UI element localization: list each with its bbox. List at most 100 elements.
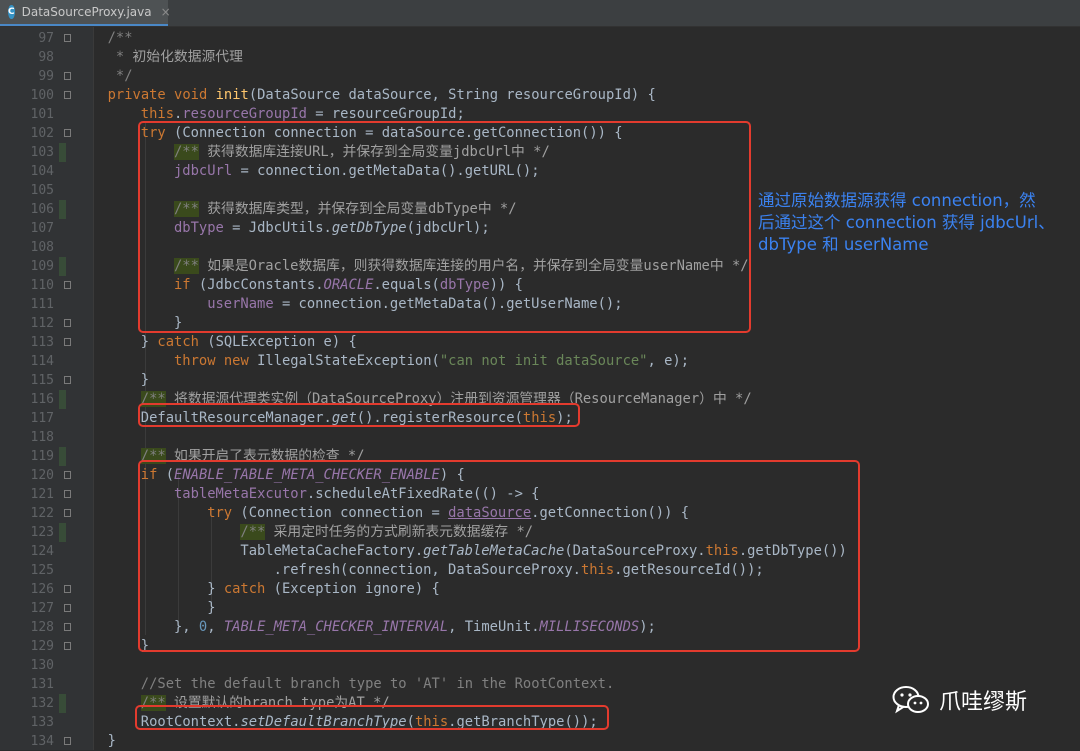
code-token: throw new [174,353,258,369]
line-number: 119 [30,449,54,464]
line-number: 115 [30,373,54,388]
line-number: 117 [30,411,54,426]
code-token: (DataSource dataSource, String resourceG… [248,87,656,103]
annotation-line: dbType 和 userName [758,235,929,254]
line-number: 98 [38,50,54,65]
annotation-line: 后通过这个 connection 获得 jdbcUrl、 [758,213,1055,232]
change-marker [59,694,66,713]
fold-marker-icon[interactable] [64,509,71,517]
fold-marker-icon[interactable] [64,91,71,99]
code-line[interactable]: 99 */ [0,67,1080,86]
code-token: this [140,106,175,122]
line-number: 120 [30,468,54,483]
line-number: 106 [30,202,54,217]
code-line[interactable]: 114 throw new IllegalStateException("can … [0,352,1080,371]
code-token: resourceGroupId [182,106,307,122]
line-number: 127 [30,601,54,616]
code-line[interactable]: 118 [0,428,1080,447]
line-number: 118 [30,430,54,445]
fold-marker-icon[interactable] [64,129,71,137]
code-line[interactable]: 97 /** [0,29,1080,48]
line-number: 102 [30,126,54,141]
line-number: 114 [30,354,54,369]
code-token: } [140,334,158,350]
code-line[interactable]: 100 private void init(DataSource dataSour… [0,86,1080,105]
line-number: 108 [30,240,54,255]
fold-marker-icon[interactable] [64,376,71,384]
code-token: init [215,87,249,103]
code-token: , e); [647,353,690,369]
highlight-box-get-connection [138,121,751,333]
code-text: throw new IllegalStateException("can not… [174,352,689,371]
line-number: 124 [30,544,54,559]
fold-marker-icon[interactable] [64,319,71,327]
fold-marker-icon[interactable] [64,585,71,593]
change-marker [59,257,66,276]
line-number: 116 [30,392,54,407]
annotation-line: 通过原始数据源获得 connection，然 [758,191,1036,210]
code-text: } catch (SQLException e) { [141,333,357,352]
code-text: */ [108,67,133,86]
wechat-icon [892,686,929,714]
code-text: } [108,732,116,751]
line-number: 122 [30,506,54,521]
line-number: 105 [30,183,54,198]
fold-marker-icon[interactable] [64,338,71,346]
code-token: "can not init dataSource" [439,353,648,369]
change-marker [59,200,66,219]
code-text: private void init(DataSource dataSource,… [108,86,656,105]
watermark-text: 爪哇缪斯 [939,690,1028,715]
code-line[interactable]: 115} [0,371,1080,390]
line-number: 121 [30,487,54,502]
code-line[interactable]: 134} [0,732,1080,751]
java-class-icon: C [8,5,15,19]
fold-marker-icon[interactable] [64,72,71,80]
code-line[interactable]: 130 [0,656,1080,675]
line-number: 125 [30,563,54,578]
watermark-logo: 爪哇缪斯 [892,684,1027,716]
line-number: 101 [30,107,54,122]
code-line[interactable]: 113 } catch (SQLException e) { [0,333,1080,352]
tab-datasourceproxy[interactable]: C DataSourceProxy.java × [0,0,171,26]
line-number: 131 [30,677,54,692]
fold-marker-icon[interactable] [64,623,71,631]
line-number: 100 [30,88,54,103]
code-line[interactable]: 98 * 初始化数据源代理 [0,48,1080,67]
editor-tab-bar: C DataSourceProxy.java × [0,0,1080,27]
fold-marker-icon[interactable] [64,737,71,745]
code-token: //Set the default branch type to 'AT' in… [140,676,615,692]
line-number: 104 [30,164,54,179]
line-number: 112 [30,316,54,331]
line-number: 103 [30,145,54,160]
line-number: 113 [30,335,54,350]
fold-marker-icon[interactable] [64,642,71,650]
code-token: } [107,733,116,749]
code-text: /** [108,29,133,48]
line-number: 132 [30,696,54,711]
highlight-box-register-resource [138,403,580,427]
code-token: /** [107,30,133,46]
line-number: 129 [30,639,54,654]
fold-marker-icon[interactable] [64,281,71,289]
highlight-box-table-meta-checker [138,460,860,652]
code-token: IllegalStateException( [257,353,440,369]
line-number: 123 [30,525,54,540]
close-icon[interactable]: × [161,5,171,19]
fold-marker-icon[interactable] [64,34,71,42]
highlight-box-set-branch-type [135,705,609,730]
fold-marker-icon[interactable] [64,471,71,479]
change-marker [59,523,66,542]
code-text: //Set the default branch type to 'AT' in… [141,675,614,694]
code-text: * 初始化数据源代理 [108,48,243,67]
fold-marker-icon[interactable] [64,604,71,612]
fold-marker-icon[interactable] [64,490,71,498]
line-number: 130 [30,658,54,673]
line-number: 128 [30,620,54,635]
code-token: = resourceGroupId; [306,106,465,122]
change-marker [59,390,66,409]
line-number: 133 [30,715,54,730]
line-number: 97 [38,31,54,46]
line-number: 134 [30,734,54,749]
line-number: 107 [30,221,54,236]
code-token: private void [107,87,216,103]
